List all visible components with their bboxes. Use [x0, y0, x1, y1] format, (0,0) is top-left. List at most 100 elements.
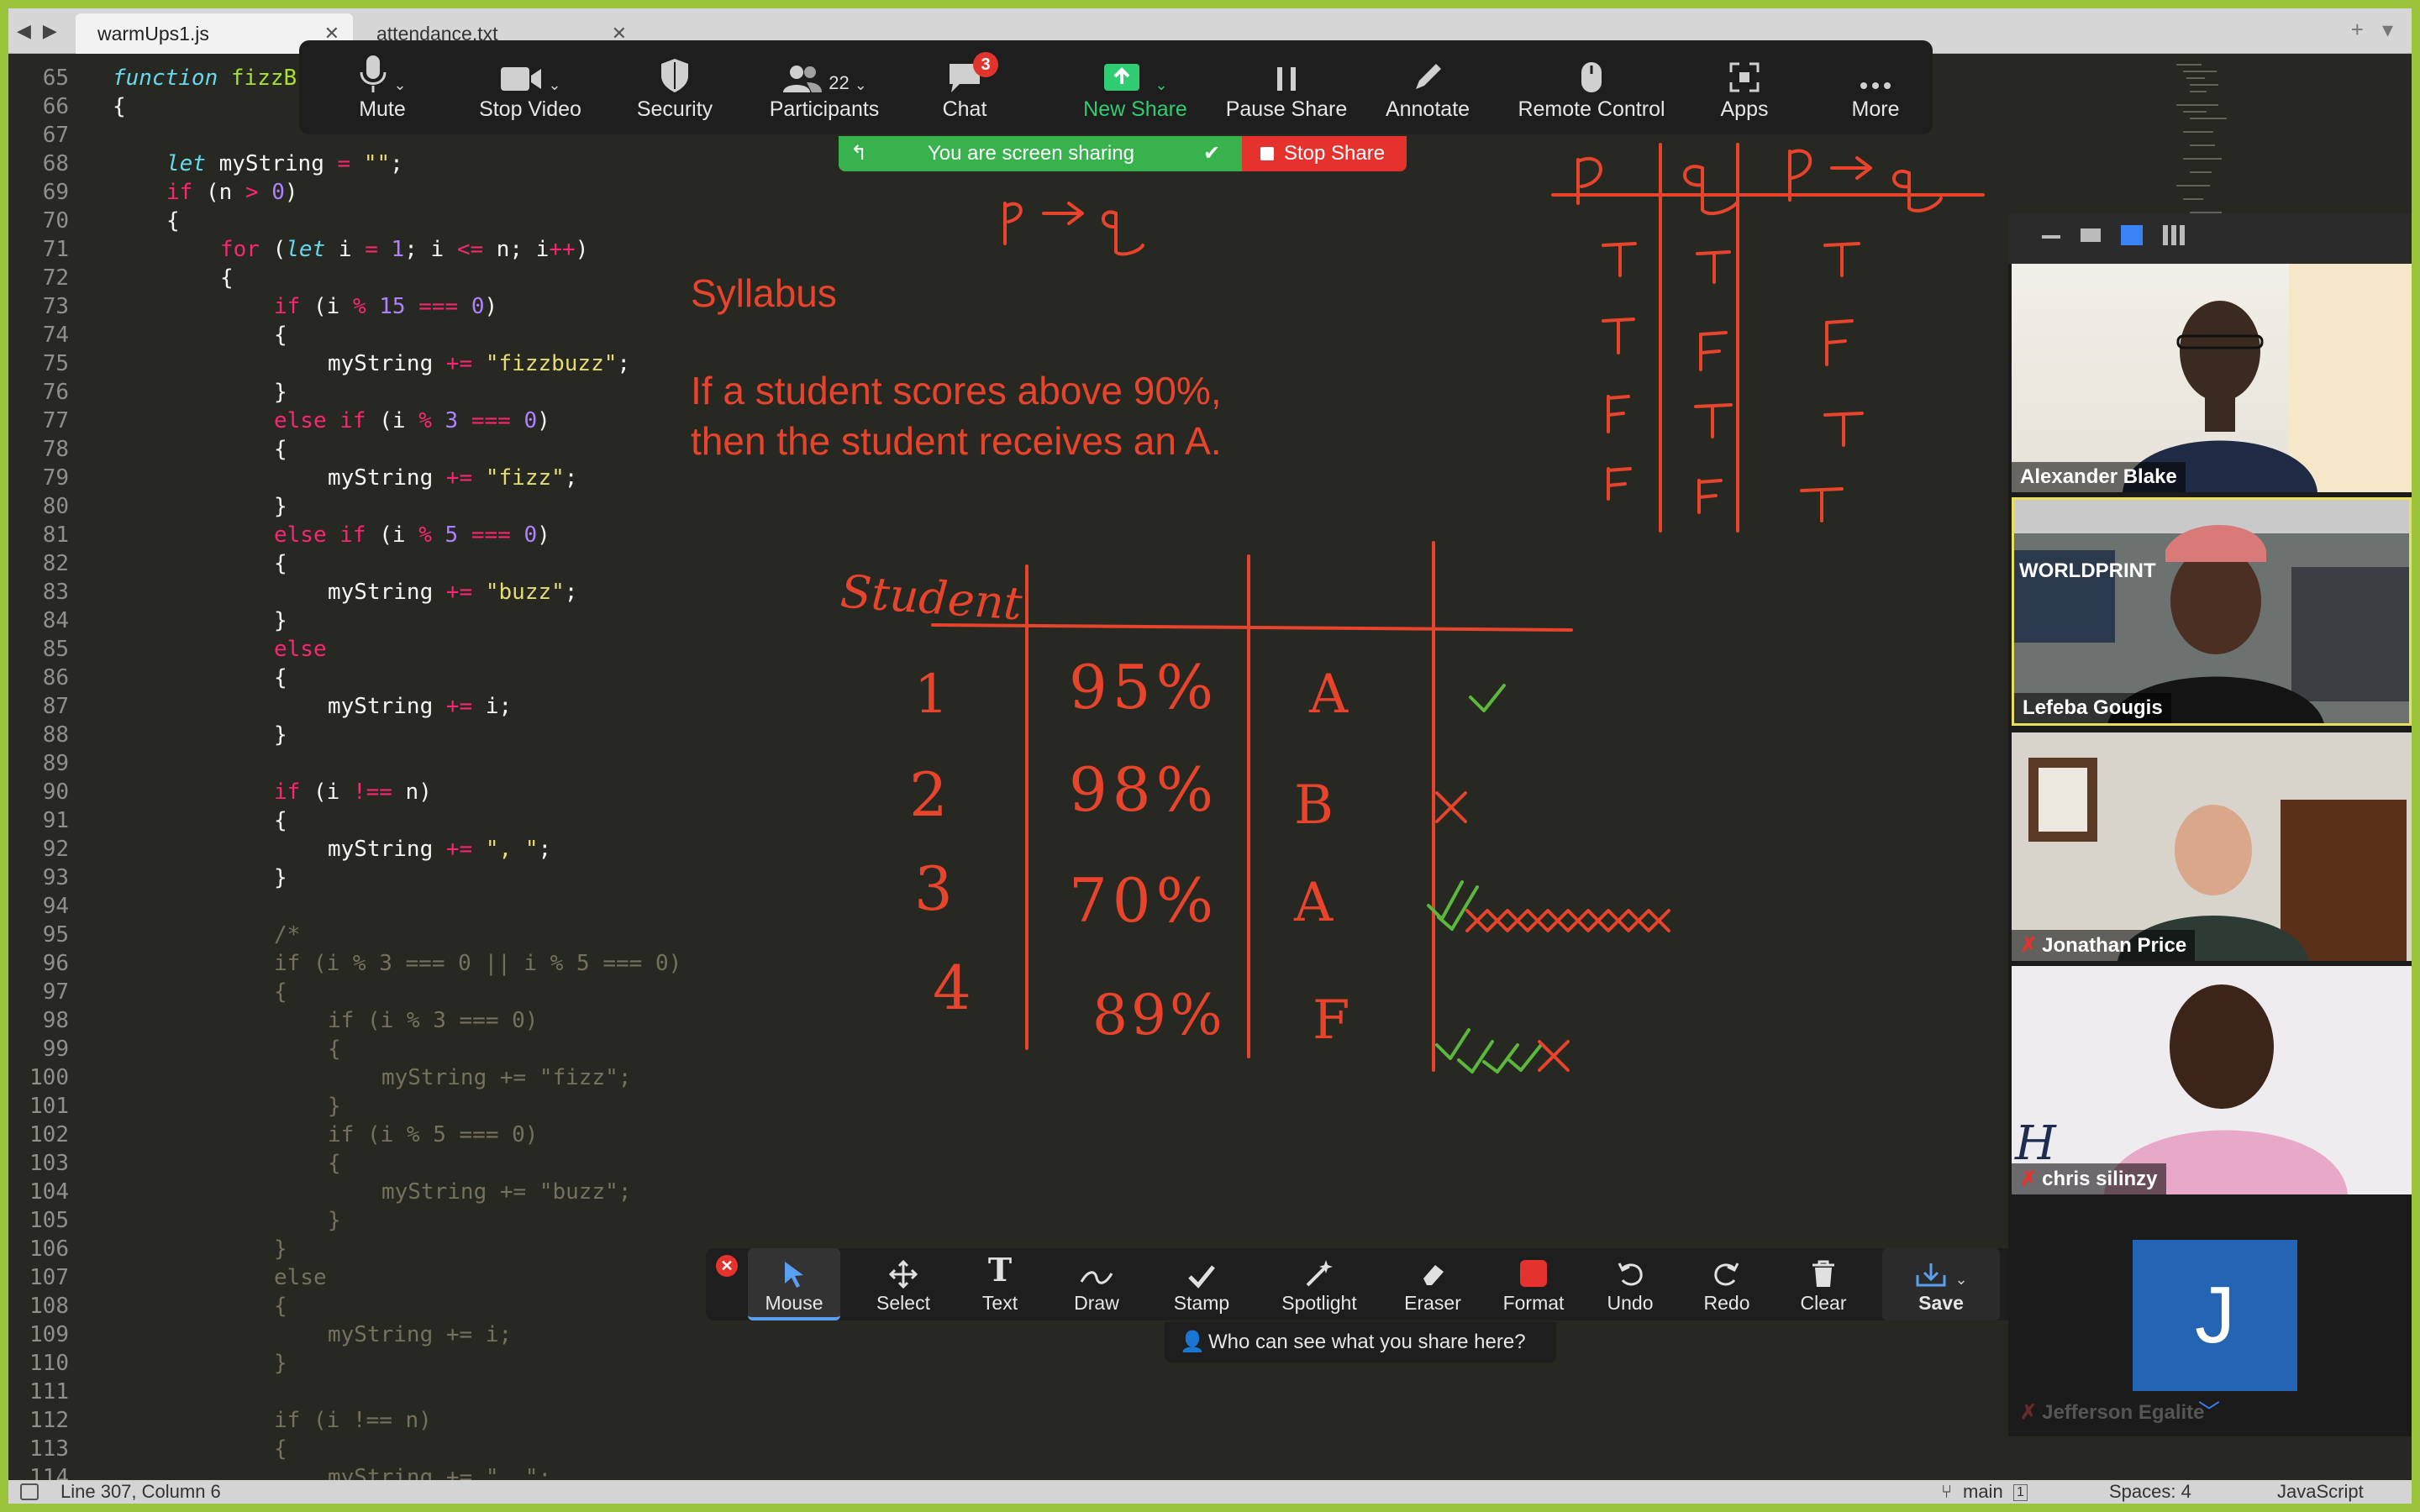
participant-tile[interactable]: H ✗ chris silinzy: [2012, 966, 2412, 1194]
stop-share-button[interactable]: Stop Share: [1242, 136, 1407, 171]
grid-view-icon[interactable]: [2163, 225, 2185, 245]
syllabus-title: Syllabus: [691, 271, 837, 315]
annotate-label: Annotate: [1385, 97, 1470, 121]
student-score: 70%: [1069, 865, 1219, 936]
participant-name: Alexander Blake: [2012, 462, 2186, 492]
avatar: J: [2133, 1240, 2297, 1391]
cursor-position[interactable]: Line 307, Column 6: [60, 1480, 221, 1504]
close-annotation-icon[interactable]: ✕: [716, 1255, 738, 1277]
chevron-down-icon[interactable]: ⌄: [855, 76, 867, 94]
text-t-icon: T: [987, 1251, 1013, 1289]
participant-tile[interactable]: J ✗ Jefferson Egalite ﹀: [2012, 1200, 2412, 1428]
chevron-down-icon[interactable]: ﹀: [2198, 1395, 2220, 1426]
truth-table-values-ink: [1602, 242, 1864, 522]
student-id: 3: [914, 853, 953, 924]
participant-name: ✗ Jonathan Price: [2012, 930, 2196, 961]
student-grade: A: [1309, 664, 1349, 726]
git-branch-icon: ⑂: [1941, 1481, 1953, 1502]
student-marks-ink: [1427, 684, 1670, 1074]
participant-name-text: Jonathan Price: [2042, 934, 2187, 957]
eraser-icon: [1423, 1265, 1444, 1285]
chevron-down-icon[interactable]: ⌄: [393, 76, 406, 94]
chat-label: Chat: [942, 97, 987, 121]
color-swatch-icon: [1520, 1260, 1547, 1287]
redo-button[interactable]: Redo: [1685, 1248, 1769, 1320]
format-tool-label: Format: [1502, 1292, 1565, 1314]
more-label: More: [1851, 97, 1900, 121]
share-screen-icon: [1104, 64, 1140, 91]
trash-icon: [1812, 1260, 1834, 1287]
participants-button[interactable]: 22 ⌄ Participants: [753, 40, 896, 134]
checkmark-icon: [1188, 1265, 1215, 1289]
select-tool-button[interactable]: Select: [857, 1248, 950, 1320]
indentation-setting[interactable]: Spaces: 4: [2109, 1480, 2191, 1504]
student-table-grid: [931, 541, 1573, 1072]
pause-share-button[interactable]: Pause Share: [1223, 40, 1349, 134]
implication-handwriting: [1003, 202, 1144, 256]
annotate-button[interactable]: Annotate: [1373, 40, 1482, 134]
microphone-icon: [360, 55, 387, 92]
chevron-down-icon[interactable]: ⌄: [548, 76, 560, 94]
speaker-view-icon[interactable]: [2081, 228, 2101, 242]
chat-button[interactable]: Chat 3: [923, 40, 1007, 134]
student-score: 95%: [1069, 652, 1219, 722]
clear-button[interactable]: Clear: [1781, 1248, 1865, 1320]
who-can-see-label: Who can see what you share here?: [1208, 1331, 1526, 1353]
sidebar-toggle-icon[interactable]: [20, 1483, 39, 1500]
eraser-tool-button[interactable]: Eraser: [1386, 1248, 1479, 1320]
muted-mic-icon: ✗: [2020, 934, 2038, 957]
muted-mic-icon: ✗: [2020, 1401, 2038, 1424]
participant-name: ✗ chris silinzy: [2012, 1163, 2166, 1194]
who-can-see-button[interactable]: 👤 Who can see what you share here?: [1165, 1322, 1556, 1362]
syntax-mode[interactable]: JavaScript: [2277, 1480, 2364, 1504]
undo-label: Undo: [1607, 1292, 1654, 1314]
mouse-tool-button[interactable]: Mouse: [748, 1248, 840, 1320]
undo-icon: [1618, 1263, 1643, 1286]
stop-video-button[interactable]: ⌄ Stop Video: [459, 40, 602, 134]
redo-label: Redo: [1703, 1292, 1750, 1314]
download-tray-icon: [1916, 1263, 1946, 1287]
participant-tile[interactable]: WORLDPRINT Lefeba Gougis: [2012, 497, 2412, 726]
security-button[interactable]: Security: [620, 40, 729, 134]
student-grade: F: [1313, 990, 1350, 1052]
text-tool-button[interactable]: T Text: [958, 1248, 1042, 1320]
stamp-tool-button[interactable]: Stamp: [1151, 1248, 1252, 1320]
chat-badge: 3: [973, 52, 998, 77]
save-button[interactable]: ⌄ Save: [1882, 1248, 2000, 1320]
pencil-icon: [1416, 64, 1441, 89]
more-dots-icon: [1860, 82, 1891, 89]
student-grade: A: [1294, 872, 1334, 934]
syllabus-line-2: then the student receives an A.: [691, 419, 1222, 463]
mute-button[interactable]: ⌄ Mute: [326, 40, 439, 134]
format-tool-button[interactable]: Format: [1487, 1248, 1580, 1320]
text-tool-label: Text: [981, 1292, 1018, 1314]
select-tool-label: Select: [876, 1292, 930, 1314]
apps-button[interactable]: Apps: [1702, 40, 1786, 134]
draw-tool-label: Draw: [1074, 1292, 1119, 1314]
chevron-down-icon[interactable]: ⌄: [1155, 76, 1167, 94]
draw-tool-button[interactable]: Draw: [1050, 1248, 1143, 1320]
chevron-down-icon[interactable]: ⌄: [1954, 1271, 1967, 1289]
spotlight-tool-button[interactable]: Spotlight: [1260, 1248, 1378, 1320]
minimize-icon[interactable]: [2042, 235, 2060, 239]
pause-icon: [1277, 67, 1296, 91]
screen-sharing-indicator[interactable]: ↰ You are screen sharing ✔: [839, 136, 1242, 171]
branch-count-badge: 1: [2013, 1484, 2028, 1501]
remote-control-button[interactable]: Remote Control: [1499, 40, 1684, 134]
participant-tile[interactable]: Alexander Blake: [2012, 264, 2412, 492]
muted-mic-icon: ✗: [2020, 1168, 2038, 1190]
student-score: 98%: [1069, 754, 1219, 825]
more-button[interactable]: More: [1833, 40, 1918, 134]
share-arrow-icon: ↰: [850, 142, 868, 165]
logo-text: WORLDPRINT: [2019, 559, 2156, 582]
undo-button[interactable]: Undo: [1588, 1248, 1672, 1320]
new-share-label: New Share: [1083, 97, 1187, 121]
participant-tile[interactable]: ✗ Jonathan Price: [2012, 732, 2412, 961]
new-share-button[interactable]: ⌄ New Share: [1071, 40, 1200, 134]
pause-share-label: Pause Share: [1225, 97, 1348, 121]
apps-label: Apps: [1720, 97, 1769, 121]
git-branch[interactable]: main: [1963, 1480, 2003, 1504]
strip-view-icon[interactable]: [2121, 225, 2143, 245]
sharing-status-text: You are screen sharing: [928, 142, 1134, 165]
participant-video: WORLDPRINT: [2014, 500, 2409, 723]
